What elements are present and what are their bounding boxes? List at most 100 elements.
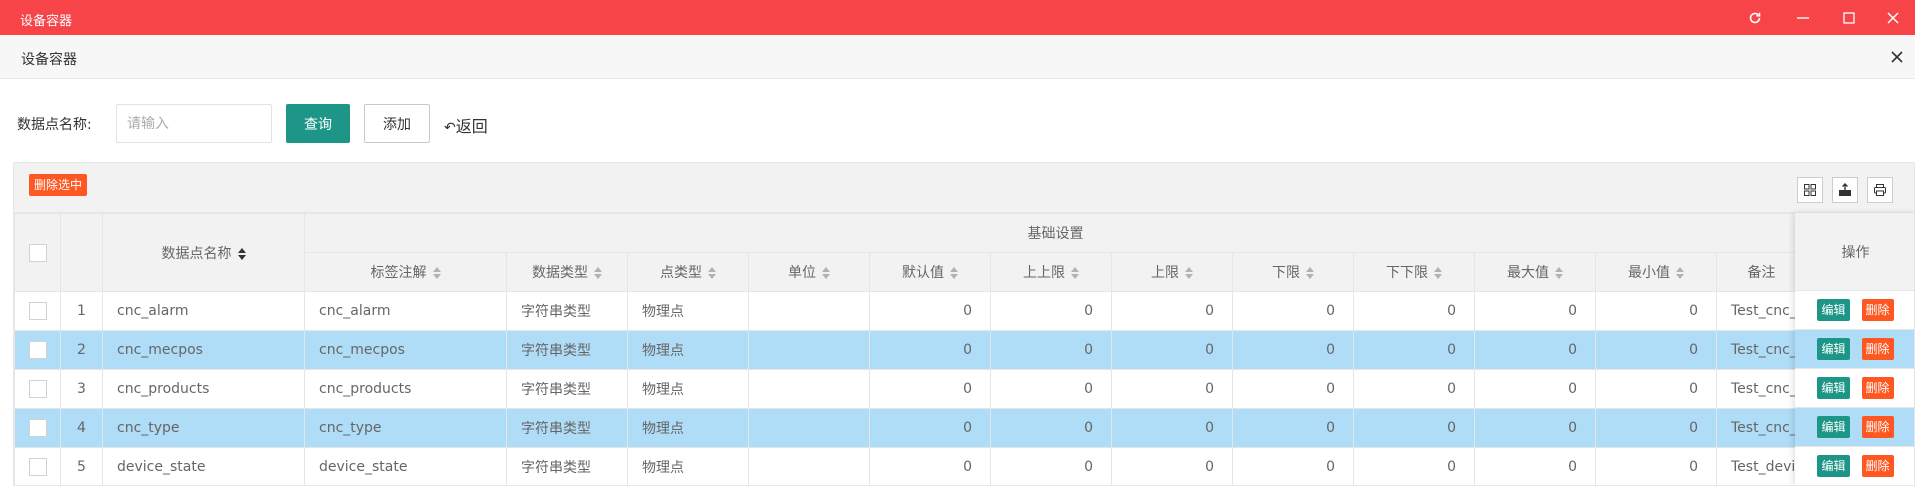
sort-icon[interactable] bbox=[950, 267, 958, 279]
header-l[interactable]: 下限 bbox=[1232, 252, 1354, 292]
row-select-cell bbox=[14, 369, 61, 409]
cell-l: 0 bbox=[1232, 291, 1354, 331]
header-ll[interactable]: 下下限 bbox=[1353, 252, 1475, 292]
table-toolbar: 删除选中 bbox=[14, 163, 1914, 213]
grid-columns-icon[interactable] bbox=[1797, 177, 1823, 203]
select-all-cell bbox=[14, 213, 61, 292]
row-checkbox[interactable] bbox=[28, 458, 47, 476]
data-table-container: 删除选中 数据点名称 基础设置 标签注解 数据类型 点类型 单位 默认值 上上限 上限下 bbox=[13, 162, 1915, 486]
sort-icon[interactable] bbox=[1434, 267, 1442, 279]
table-row[interactable]: 2 cnc_mecpos cnc_mecpos 字符串类型 物理点 0 0 0 0 0 0 0 Test… bbox=[14, 330, 1807, 370]
delete-selected-button[interactable]: 删除选中 bbox=[29, 174, 88, 196]
cell-unit bbox=[748, 447, 870, 485]
header-unit[interactable]: 单位 bbox=[748, 252, 870, 292]
row-select-cell bbox=[14, 408, 61, 448]
dialog-close-icon[interactable] bbox=[1885, 45, 1909, 69]
row-checkbox[interactable] bbox=[28, 419, 47, 437]
window-titlebar: 设备容器 bbox=[0, 0, 1915, 35]
header-unit-label: 单位 bbox=[788, 265, 816, 281]
row-checkbox[interactable] bbox=[28, 302, 47, 320]
sort-icon[interactable] bbox=[1306, 267, 1314, 279]
header-ptype[interactable]: 点类型 bbox=[627, 252, 749, 292]
edit-button[interactable]: 编辑 bbox=[1817, 416, 1850, 438]
edit-button[interactable]: 编辑 bbox=[1817, 377, 1850, 399]
back-arrow-icon: ↶ bbox=[444, 120, 456, 136]
cell-label: device_state bbox=[304, 447, 507, 485]
sort-icon[interactable] bbox=[708, 267, 716, 279]
cell-ll: 0 bbox=[1353, 408, 1475, 448]
delete-button[interactable]: 删除 bbox=[1861, 455, 1894, 477]
row-checkbox[interactable] bbox=[28, 380, 47, 398]
sort-icon[interactable] bbox=[432, 267, 441, 279]
cell-name: cnc_products bbox=[102, 369, 305, 409]
delete-button[interactable]: 删除 bbox=[1861, 416, 1894, 438]
op-cell: 编辑 删除 bbox=[1795, 447, 1914, 485]
header-max[interactable]: 最大值 bbox=[1474, 252, 1596, 292]
cell-label: cnc_mecpos bbox=[304, 330, 507, 370]
export-icon[interactable] bbox=[1832, 177, 1858, 203]
sort-icon[interactable] bbox=[594, 267, 602, 279]
sort-icon[interactable] bbox=[1676, 267, 1684, 279]
cell-dtype: 字符串类型 bbox=[506, 330, 628, 370]
cell-dtype: 字符串类型 bbox=[506, 369, 628, 409]
sort-icon[interactable] bbox=[237, 247, 246, 260]
select-all-checkbox[interactable] bbox=[28, 243, 47, 262]
cell-hh: 0 bbox=[990, 447, 1112, 485]
search-input[interactable] bbox=[116, 104, 272, 143]
refresh-icon[interactable] bbox=[1742, 5, 1768, 31]
cell-unit bbox=[748, 408, 870, 448]
cell-label: cnc_products bbox=[304, 369, 507, 409]
header-dtype[interactable]: 数据类型 bbox=[506, 252, 628, 292]
window-title: 设备容器 bbox=[20, 14, 73, 29]
cell-h: 0 bbox=[1111, 447, 1233, 485]
header-tag[interactable]: 标签注解 bbox=[304, 252, 507, 292]
cell-note: Test_cnc_ bbox=[1716, 330, 1807, 370]
cell-ll: 0 bbox=[1353, 447, 1475, 485]
header-ll-label: 下下限 bbox=[1386, 265, 1428, 281]
table-row[interactable]: 1 cnc_alarm cnc_alarm 字符串类型 物理点 0 0 0 0 0 0 0 Test_c… bbox=[14, 291, 1807, 331]
cell-min: 0 bbox=[1595, 291, 1717, 331]
table-row[interactable]: 4 cnc_type cnc_type 字符串类型 物理点 0 0 0 0 0 0 0 Test_cnc… bbox=[14, 408, 1807, 448]
edit-button[interactable]: 编辑 bbox=[1817, 455, 1850, 477]
row-index: 2 bbox=[60, 330, 103, 370]
header-min[interactable]: 最小值 bbox=[1595, 252, 1717, 292]
delete-button[interactable]: 删除 bbox=[1861, 299, 1894, 321]
row-checkbox[interactable] bbox=[28, 341, 47, 359]
table-row[interactable]: 5 device_state device_state 字符串类型 物理点 0 0 0 0 0 0 0… bbox=[14, 447, 1807, 485]
row-select-cell bbox=[14, 291, 61, 331]
maximize-icon[interactable] bbox=[1836, 5, 1862, 31]
header-hh[interactable]: 上上限 bbox=[990, 252, 1112, 292]
cell-note: Test_cnc_ bbox=[1716, 369, 1807, 409]
cell-unit bbox=[748, 291, 870, 331]
header-min-label: 最小值 bbox=[1628, 265, 1670, 281]
edit-button[interactable]: 编辑 bbox=[1817, 338, 1850, 360]
header-note[interactable]: 备注 bbox=[1716, 252, 1807, 292]
sort-icon[interactable] bbox=[1185, 267, 1193, 279]
header-l-label: 下限 bbox=[1272, 265, 1300, 281]
cell-ptype: 物理点 bbox=[627, 330, 749, 370]
close-icon[interactable] bbox=[1880, 5, 1906, 31]
delete-button[interactable]: 删除 bbox=[1861, 377, 1894, 399]
edit-button[interactable]: 编辑 bbox=[1817, 299, 1850, 321]
query-button[interactable]: 查询 bbox=[286, 104, 350, 143]
sort-icon[interactable] bbox=[822, 267, 830, 279]
print-icon[interactable] bbox=[1867, 177, 1893, 203]
delete-button[interactable]: 删除 bbox=[1861, 338, 1894, 360]
cell-min: 0 bbox=[1595, 330, 1717, 370]
header-name[interactable]: 数据点名称 bbox=[102, 213, 305, 292]
header-h[interactable]: 上限 bbox=[1111, 252, 1233, 292]
cell-name: cnc_type bbox=[102, 408, 305, 448]
header-default-label: 默认值 bbox=[902, 265, 944, 281]
minimize-icon[interactable] bbox=[1790, 5, 1816, 31]
row-select-cell bbox=[14, 330, 61, 370]
sort-icon[interactable] bbox=[1555, 267, 1563, 279]
sort-icon[interactable] bbox=[1071, 267, 1079, 279]
cell-l: 0 bbox=[1232, 330, 1354, 370]
back-button[interactable]: ↶返回 bbox=[444, 113, 488, 137]
header-default[interactable]: 默认值 bbox=[869, 252, 991, 292]
cell-hh: 0 bbox=[990, 330, 1112, 370]
table-row[interactable]: 3 cnc_products cnc_products 字符串类型 物理点 0 0 0 0 0 0 0… bbox=[14, 369, 1807, 409]
add-button[interactable]: 添加 bbox=[364, 104, 430, 143]
header-tag-label: 标签注解 bbox=[370, 265, 427, 281]
cell-h: 0 bbox=[1111, 330, 1233, 370]
